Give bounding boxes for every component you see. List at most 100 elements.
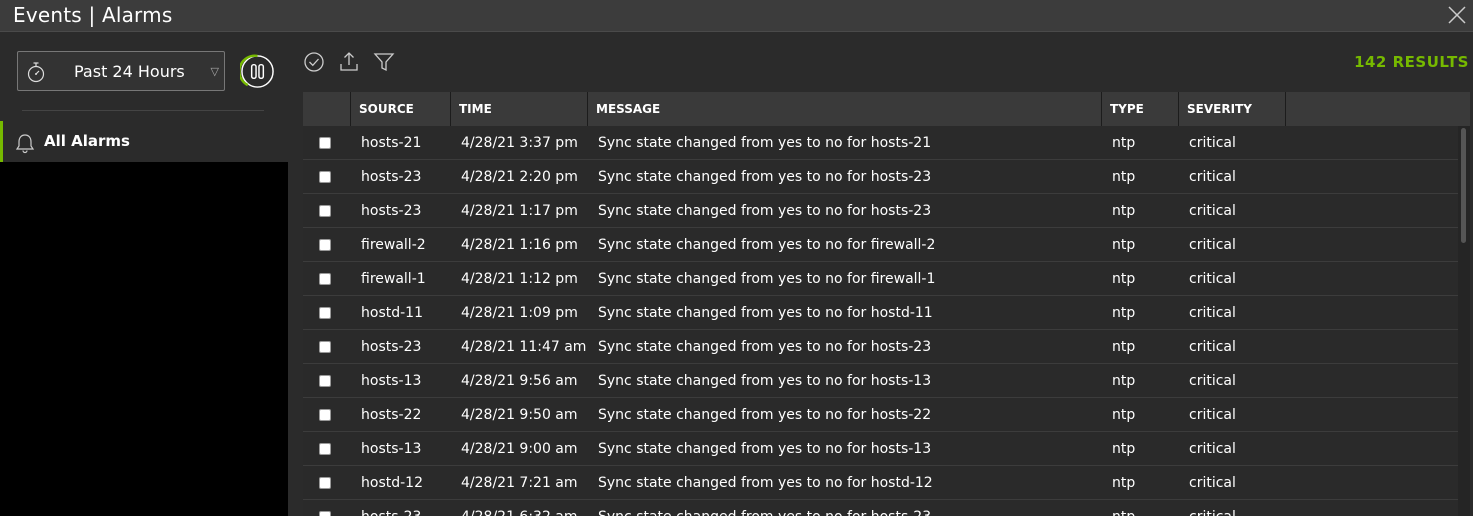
source-cell: hosts-23	[361, 509, 421, 516]
severity-cell: critical	[1189, 441, 1236, 457]
table-row[interactable]: hosts-23 4/28/21 11:47 am Sync state chang…	[303, 330, 1458, 364]
source-cell: firewall-2	[361, 237, 426, 253]
severity-cell: critical	[1189, 373, 1236, 389]
type-cell: ntp	[1112, 237, 1136, 253]
time-cell: 4/28/21 9:56 am	[461, 373, 578, 389]
source-cell: hostd-12	[361, 475, 423, 491]
table-row[interactable]: hosts-23 4/28/21 1:17 pm Sync state change…	[303, 194, 1458, 228]
message-cell: Sync state changed from yes to no for ho…	[598, 339, 932, 355]
time-cell: 4/28/21 2:20 pm	[461, 169, 578, 185]
message-cell: Sync state changed from yes to no for fi…	[598, 237, 936, 253]
message-cell: Sync state changed from yes to no for ho…	[598, 475, 933, 491]
severity-cell: critical	[1189, 407, 1236, 423]
filter-icon[interactable]	[373, 51, 395, 73]
severity-cell: critical	[1189, 305, 1236, 321]
row-checkbox[interactable]	[319, 205, 331, 217]
severity-cell: critical	[1189, 509, 1236, 516]
table-row[interactable]: hosts-21 4/28/21 3:37 pm Sync state change…	[303, 126, 1458, 160]
source-cell: hosts-13	[361, 373, 422, 389]
severity-cell: critical	[1189, 271, 1236, 287]
sidebar: Past 24 Hours ▽ All Alarms	[0, 32, 288, 516]
message-cell: Sync state changed from yes to no for ho…	[598, 169, 932, 185]
chevron-down-icon: ▽	[210, 65, 219, 78]
time-range-select[interactable]: Past 24 Hours ▽	[17, 51, 225, 91]
column-header-time[interactable]: TIME	[451, 92, 588, 126]
severity-cell: critical	[1189, 339, 1236, 355]
source-cell: hostd-11	[361, 305, 423, 321]
time-cell: 4/28/21 1:09 pm	[461, 305, 578, 321]
window-title: Events | Alarms	[13, 3, 173, 27]
message-cell: Sync state changed from yes to no for ho…	[598, 135, 932, 151]
type-cell: ntp	[1112, 271, 1136, 287]
sidebar-divider	[22, 110, 264, 111]
type-cell: ntp	[1112, 441, 1136, 457]
type-cell: ntp	[1112, 475, 1136, 491]
table-row[interactable]: hostd-12 4/28/21 7:21 am Sync state change…	[303, 466, 1458, 500]
source-cell: hosts-23	[361, 339, 422, 355]
severity-cell: critical	[1189, 237, 1236, 253]
source-cell: firewall-1	[361, 271, 426, 287]
row-checkbox[interactable]	[319, 409, 331, 421]
time-cell: 4/28/21 6:32 am	[461, 509, 578, 516]
title-bar: Events | Alarms	[0, 0, 1473, 32]
severity-cell: critical	[1189, 135, 1236, 151]
time-cell: 4/28/21 1:12 pm	[461, 271, 578, 287]
type-cell: ntp	[1112, 339, 1136, 355]
time-range-label: Past 24 Hours	[74, 62, 185, 81]
table-row[interactable]: firewall-2 4/28/21 1:16 pm Sync state chan…	[303, 228, 1458, 262]
table-row[interactable]: hosts-23 4/28/21 6:32 am Sync state change…	[303, 500, 1458, 516]
sidebar-controls: Past 24 Hours ▽	[0, 32, 288, 121]
row-checkbox[interactable]	[319, 171, 331, 183]
source-cell: hosts-22	[361, 407, 422, 423]
stopwatch-icon	[27, 62, 45, 83]
row-checkbox[interactable]	[319, 137, 331, 149]
type-cell: ntp	[1112, 509, 1135, 516]
results-count: 142 RESULTS	[1354, 53, 1469, 71]
type-cell: ntp	[1112, 373, 1136, 389]
time-cell: 4/28/21 1:16 pm	[461, 237, 578, 253]
row-checkbox[interactable]	[319, 477, 331, 489]
scrollbar[interactable]	[1458, 126, 1470, 516]
alarms-table: SOURCE TIME MESSAGE TYPE SEVERITY hosts-…	[303, 92, 1470, 516]
type-cell: ntp	[1112, 203, 1136, 219]
column-header-type[interactable]: TYPE	[1102, 92, 1179, 126]
sidebar-item-all-alarms[interactable]: All Alarms	[0, 121, 288, 162]
select-column-header[interactable]	[303, 92, 351, 126]
row-checkbox[interactable]	[319, 511, 331, 516]
row-checkbox[interactable]	[319, 307, 331, 319]
row-checkbox[interactable]	[319, 273, 331, 285]
row-checkbox[interactable]	[319, 341, 331, 353]
table-row[interactable]: hosts-23 4/28/21 2:20 pm Sync state change…	[303, 160, 1458, 194]
table-row[interactable]: hostd-11 4/28/21 1:09 pm Sync state change…	[303, 296, 1458, 330]
column-header-message[interactable]: MESSAGE	[588, 92, 1102, 126]
row-checkbox[interactable]	[319, 375, 331, 387]
check-circle-icon[interactable]	[303, 51, 325, 73]
severity-cell: critical	[1189, 169, 1236, 185]
table-header: SOURCE TIME MESSAGE TYPE SEVERITY	[303, 92, 1470, 126]
message-cell: Sync state changed from yes to no for ho…	[598, 509, 931, 516]
row-checkbox[interactable]	[319, 443, 331, 455]
table-row[interactable]: firewall-1 4/28/21 1:12 pm Sync state chan…	[303, 262, 1458, 296]
message-cell: Sync state changed from yes to no for ho…	[598, 441, 932, 457]
sidebar-item-label: All Alarms	[44, 132, 130, 150]
pause-icon[interactable]	[240, 54, 275, 89]
source-cell: hosts-23	[361, 203, 422, 219]
message-cell: Sync state changed from yes to no for fi…	[598, 271, 936, 287]
table-row[interactable]: hosts-13 4/28/21 9:00 am Sync state change…	[303, 432, 1458, 466]
time-cell: 4/28/21 9:50 am	[461, 407, 578, 423]
scroll-thumb[interactable]	[1461, 128, 1466, 243]
row-checkbox[interactable]	[319, 239, 331, 251]
type-cell: ntp	[1112, 135, 1136, 151]
export-icon[interactable]	[338, 51, 360, 73]
message-cell: Sync state changed from yes to no for ho…	[598, 373, 932, 389]
column-header-severity[interactable]: SEVERITY	[1179, 92, 1286, 126]
time-cell: 4/28/21 3:37 pm	[461, 135, 578, 151]
table-row[interactable]: hosts-22 4/28/21 9:50 am Sync state change…	[303, 398, 1458, 432]
severity-cell: critical	[1189, 475, 1236, 491]
time-cell: 4/28/21 7:21 am	[461, 475, 578, 491]
column-header-source[interactable]: SOURCE	[351, 92, 451, 126]
source-cell: hosts-13	[361, 441, 422, 457]
close-icon[interactable]	[1447, 5, 1467, 25]
message-cell: Sync state changed from yes to no for ho…	[598, 305, 933, 321]
table-row[interactable]: hosts-13 4/28/21 9:56 am Sync state change…	[303, 364, 1458, 398]
